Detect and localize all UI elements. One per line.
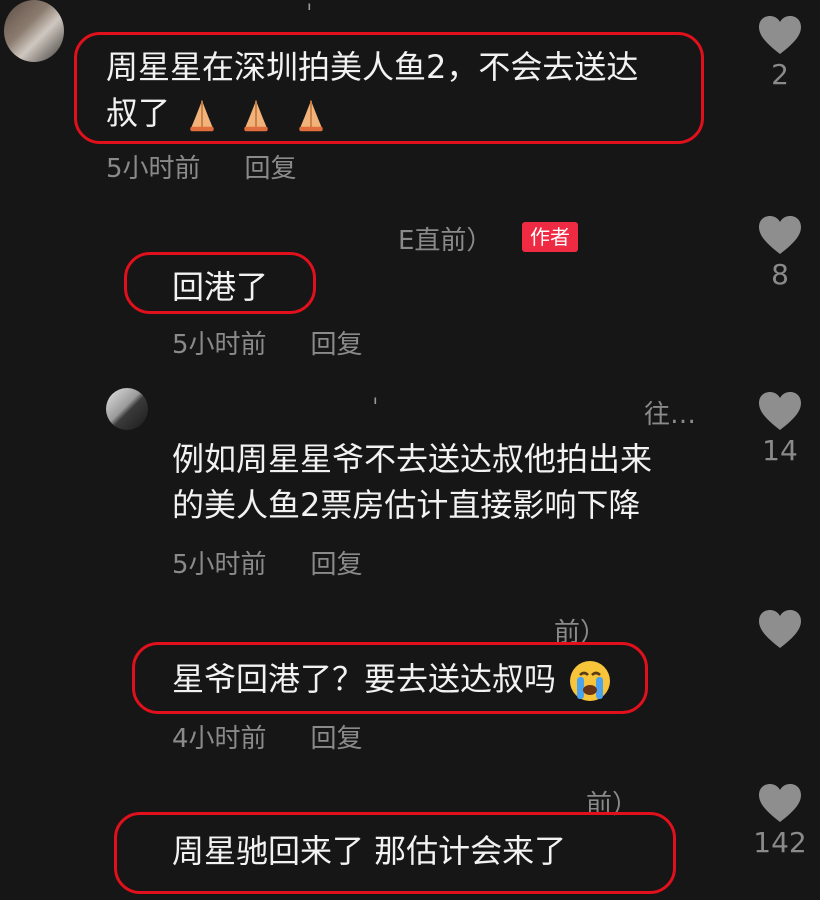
comment-text: 星爷回港了？要去送达叔吗 [172, 656, 612, 703]
like-button[interactable]: 2 [750, 14, 810, 91]
comment-text: 周星驰回来了 那估计会来了 [172, 832, 567, 870]
nickname-fragment: 前） [586, 790, 639, 820]
like-button[interactable]: 14 [750, 390, 810, 467]
heart-icon [759, 392, 801, 430]
comment-text: 周星星在深圳拍美人鱼2，不会去送达 [106, 48, 639, 86]
crying-face-icon [570, 661, 611, 701]
like-button[interactable]: 142 [744, 782, 816, 859]
like-count: 14 [762, 434, 798, 467]
folded-hands-icon [190, 100, 214, 132]
comment-meta: 5小时前 回复 [172, 544, 363, 581]
comment-text: 回港了 [172, 268, 269, 306]
nickname-fragment-mark: ˈ [306, 0, 313, 28]
folded-hands-icon [244, 100, 269, 132]
like-button[interactable]: 8 [750, 214, 810, 291]
author-badge: 作者 [522, 222, 578, 252]
like-count: 2 [771, 58, 789, 91]
comment-text: 例如周星星爷不去送达叔他拍出来 [172, 440, 653, 478]
like-count: 8 [771, 258, 789, 291]
comment-meta: 4小时前 回复 [172, 718, 363, 755]
nickname-fragment: 往… [644, 400, 697, 430]
comment-text-line-2: 的美人鱼2票房估计直接影响下降 [172, 486, 641, 524]
comment-text-line-2: 叔了 [106, 90, 333, 136]
comment-meta: 5小时前 回复 [106, 148, 297, 185]
reply-button[interactable]: 回复 [245, 154, 297, 184]
comment-meta: 5小时前 回复 [172, 324, 363, 361]
avatar[interactable] [106, 388, 148, 430]
comment-time: 5小时前 [106, 154, 201, 184]
reply-button[interactable]: 回复 [311, 330, 363, 360]
reply-button[interactable]: 回复 [311, 550, 363, 580]
comment-time: 4小时前 [172, 724, 267, 754]
avatar[interactable] [4, 0, 64, 62]
like-count: 142 [753, 826, 807, 859]
nickname-fragment-mark: ˈ [372, 394, 379, 422]
folded-hands-icon [298, 100, 323, 132]
nickname-fragment: E直前） [398, 226, 493, 256]
heart-icon [759, 216, 801, 254]
heart-icon [759, 16, 801, 54]
comment-time: 5小时前 [172, 550, 267, 580]
nickname-fragment: 前） [554, 618, 607, 648]
like-button[interactable] [750, 608, 810, 652]
heart-icon [759, 610, 801, 648]
heart-icon [759, 784, 801, 822]
reply-button[interactable]: 回复 [311, 724, 363, 754]
comment-time: 5小时前 [172, 330, 267, 360]
